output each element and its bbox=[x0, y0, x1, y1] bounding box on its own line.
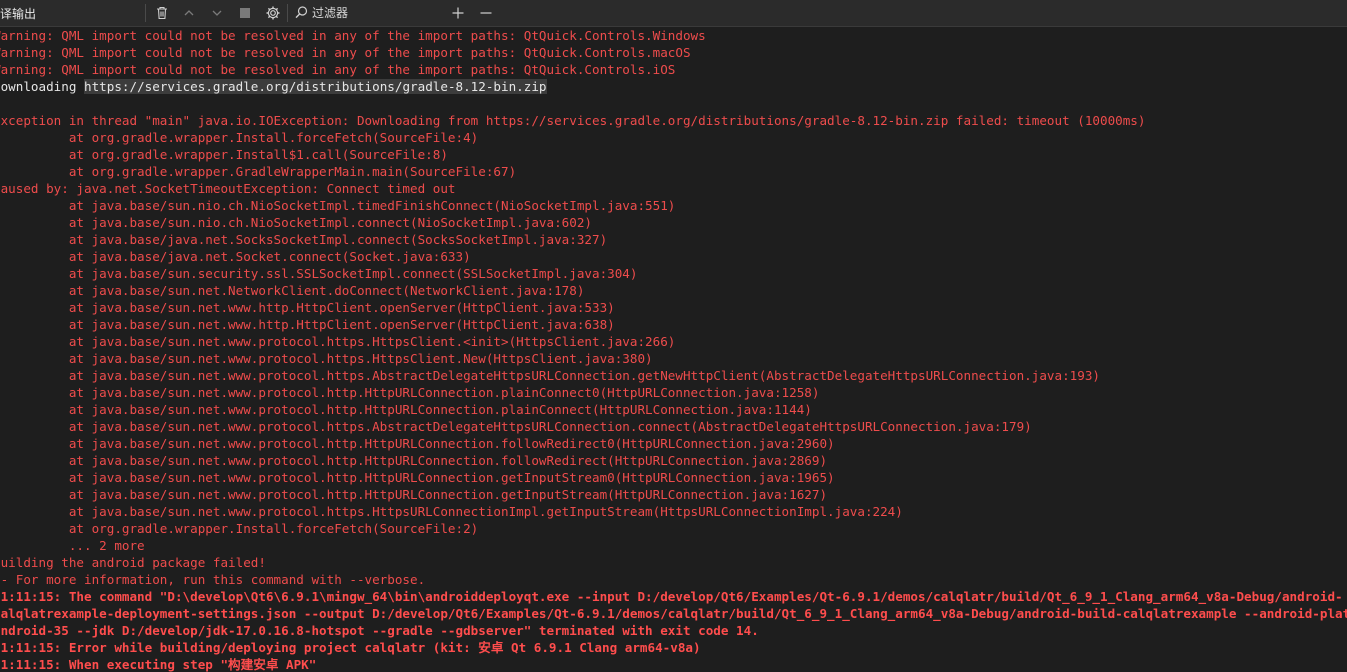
output-line-text: at java.base/sun.net.www.protocol.http.H… bbox=[0, 402, 812, 417]
output-line-text: Building the android package failed! bbox=[0, 555, 266, 570]
output-line-text: at java.base/sun.net.www.http.HttpClient… bbox=[0, 300, 615, 315]
output-line: calqlatrexample-deployment-settings.json… bbox=[0, 605, 1347, 622]
output-line-text: at java.base/sun.net.www.protocol.http.H… bbox=[0, 470, 835, 485]
output-line-text: at java.base/sun.security.ssl.SSLSocketI… bbox=[0, 266, 638, 281]
output-line: 11:11:15: When executing step "构建安卓 APK" bbox=[0, 656, 316, 672]
output-line: at java.base/sun.net.www.http.HttpClient… bbox=[0, 316, 615, 333]
output-line-link[interactable]: https://services.gradle.org/distribution… bbox=[84, 79, 547, 94]
output-line-text: at java.base/sun.net.www.protocol.http.H… bbox=[0, 487, 828, 502]
gear-icon[interactable] bbox=[264, 4, 282, 22]
output-line-text: at java.base/sun.net.www.protocol.https.… bbox=[0, 419, 1032, 434]
output-line: at org.gradle.wrapper.Install.forceFetch… bbox=[0, 520, 478, 537]
output-line-text: Warning: QML import could not be resolve… bbox=[0, 45, 691, 60]
chevron-up-icon[interactable] bbox=[180, 4, 198, 22]
output-line: at java.base/sun.nio.ch.NioSocketImpl.ti… bbox=[0, 197, 676, 214]
output-line-text: Warning: QML import could not be resolve… bbox=[0, 62, 676, 77]
output-line-text: at java.base/java.net.Socket.connect(Soc… bbox=[0, 249, 471, 264]
output-line-text: at java.base/sun.net.www.protocol.http.H… bbox=[0, 453, 828, 468]
output-line: at java.base/sun.net.www.protocol.https.… bbox=[0, 350, 653, 367]
output-line-text: Caused by: java.net.SocketTimeoutExcepti… bbox=[0, 181, 456, 196]
output-line: ... 2 more bbox=[0, 537, 145, 554]
output-line: Warning: QML import could not be resolve… bbox=[0, 27, 706, 44]
output-line: at java.base/sun.net.www.protocol.http.H… bbox=[0, 452, 827, 469]
stop-icon[interactable] bbox=[236, 4, 254, 22]
output-line: at org.gradle.wrapper.Install.forceFetch… bbox=[0, 129, 478, 146]
output-line-text: ... 2 more bbox=[0, 538, 145, 553]
output-line-text: at org.gradle.wrapper.Install.forceFetch… bbox=[0, 521, 479, 536]
output-line: Building the android package failed! bbox=[0, 554, 266, 571]
output-line: at java.base/sun.security.ssl.SSLSocketI… bbox=[0, 265, 638, 282]
output-line: Caused by: java.net.SocketTimeoutExcepti… bbox=[0, 180, 456, 197]
output-line-text: at java.base/sun.net.www.http.HttpClient… bbox=[0, 317, 615, 332]
output-line-text: at java.base/sun.net.NetworkClient.doCon… bbox=[0, 283, 585, 298]
output-line-text: at org.gradle.wrapper.Install.forceFetch… bbox=[0, 130, 479, 145]
output-line: at java.base/sun.nio.ch.NioSocketImpl.co… bbox=[0, 214, 592, 231]
output-line-text: 11:11:15: Error while building/deploying… bbox=[0, 640, 701, 655]
output-line-text: -- For more information, run this comman… bbox=[0, 572, 426, 587]
plus-icon[interactable] bbox=[449, 4, 467, 22]
output-line-text: at java.base/sun.net.www.protocol.https.… bbox=[0, 334, 676, 349]
output-line: at org.gradle.wrapper.Install$1.call(Sou… bbox=[0, 146, 448, 163]
output-line-text: Exception in thread "main" java.io.IOExc… bbox=[0, 113, 1146, 128]
output-toolbar: 编译输出 bbox=[0, 0, 1347, 27]
output-line: at java.base/sun.net.www.protocol.https.… bbox=[0, 367, 1100, 384]
output-line-text: at java.base/sun.net.www.protocol.http.H… bbox=[0, 385, 820, 400]
toolbar-separator bbox=[287, 4, 288, 22]
output-line: at java.base/sun.net.www.protocol.http.H… bbox=[0, 435, 835, 452]
chevron-down-icon[interactable] bbox=[208, 4, 226, 22]
output-line-text: at java.base/java.net.SocksSocketImpl.co… bbox=[0, 232, 608, 247]
output-line: 11:11:15: Error while building/deploying… bbox=[0, 639, 701, 656]
output-line: Warning: QML import could not be resolve… bbox=[0, 44, 691, 61]
output-line: at java.base/sun.net.www.protocol.http.H… bbox=[0, 486, 827, 503]
minus-icon[interactable] bbox=[477, 4, 495, 22]
output-line-text: 11:11:15: When executing step "构建安卓 APK" bbox=[0, 657, 317, 672]
search-icon bbox=[294, 5, 309, 24]
toolbar-separator bbox=[145, 4, 146, 22]
output-line-text: 11:11:15: The command "D:\develop\Qt6\6.… bbox=[0, 589, 1343, 604]
output-line: at java.base/java.net.SocksSocketImpl.co… bbox=[0, 231, 607, 248]
output-line: at java.base/sun.net.www.protocol.http.H… bbox=[0, 401, 812, 418]
output-line-text: android-35 --jdk D:/develop/jdk-17.0.16.… bbox=[0, 623, 759, 638]
output-line-text: at org.gradle.wrapper.Install$1.call(Sou… bbox=[0, 147, 448, 162]
output-line: at java.base/sun.net.www.protocol.https.… bbox=[0, 333, 676, 350]
trash-icon[interactable] bbox=[153, 4, 171, 22]
pane-title: 编译输出 bbox=[0, 7, 37, 21]
output-line: at java.base/sun.net.www.http.HttpClient… bbox=[0, 299, 615, 316]
output-line: at java.base/sun.net.www.protocol.http.H… bbox=[0, 384, 820, 401]
output-line: at org.gradle.wrapper.GradleWrapperMain.… bbox=[0, 163, 516, 180]
output-line: -- For more information, run this comman… bbox=[0, 571, 425, 588]
output-line-text: at java.base/sun.net.www.protocol.https.… bbox=[0, 368, 1100, 383]
filter-input[interactable] bbox=[312, 3, 436, 23]
output-line: at java.base/java.net.Socket.connect(Soc… bbox=[0, 248, 471, 265]
output-line: at java.base/sun.net.NetworkClient.doCon… bbox=[0, 282, 585, 299]
output-line: 11:11:15: The command "D:\develop\Qt6\6.… bbox=[0, 588, 1343, 605]
output-line: Downloading https://services.gradle.org/… bbox=[0, 78, 547, 95]
output-line-text: calqlatrexample-deployment-settings.json… bbox=[0, 606, 1347, 621]
output-line-text: at java.base/sun.nio.ch.NioSocketImpl.co… bbox=[0, 215, 592, 230]
output-line-text: at java.base/sun.net.www.protocol.http.H… bbox=[0, 436, 835, 451]
output-line-text: Warning: QML import could not be resolve… bbox=[0, 28, 706, 43]
filter-box[interactable] bbox=[292, 3, 442, 23]
output-line: at java.base/sun.net.www.protocol.https.… bbox=[0, 503, 903, 520]
output-line: at java.base/sun.net.www.protocol.http.H… bbox=[0, 469, 835, 486]
output-line: Exception in thread "main" java.io.IOExc… bbox=[0, 112, 1145, 129]
output-line: Warning: QML import could not be resolve… bbox=[0, 61, 675, 78]
output-line-text: at java.base/sun.net.www.protocol.https.… bbox=[0, 351, 653, 366]
output-line-text: at java.base/sun.net.www.protocol.https.… bbox=[0, 504, 903, 519]
output-line-text: at java.base/sun.nio.ch.NioSocketImpl.ti… bbox=[0, 198, 676, 213]
output-line-text: at org.gradle.wrapper.GradleWrapperMain.… bbox=[0, 164, 517, 179]
compile-output-pane[interactable]: Warning: QML import could not be resolve… bbox=[0, 27, 1347, 672]
output-line: android-35 --jdk D:/develop/jdk-17.0.16.… bbox=[0, 622, 759, 639]
output-line: at java.base/sun.net.www.protocol.https.… bbox=[0, 418, 1032, 435]
output-line-text: Downloading bbox=[0, 79, 84, 94]
